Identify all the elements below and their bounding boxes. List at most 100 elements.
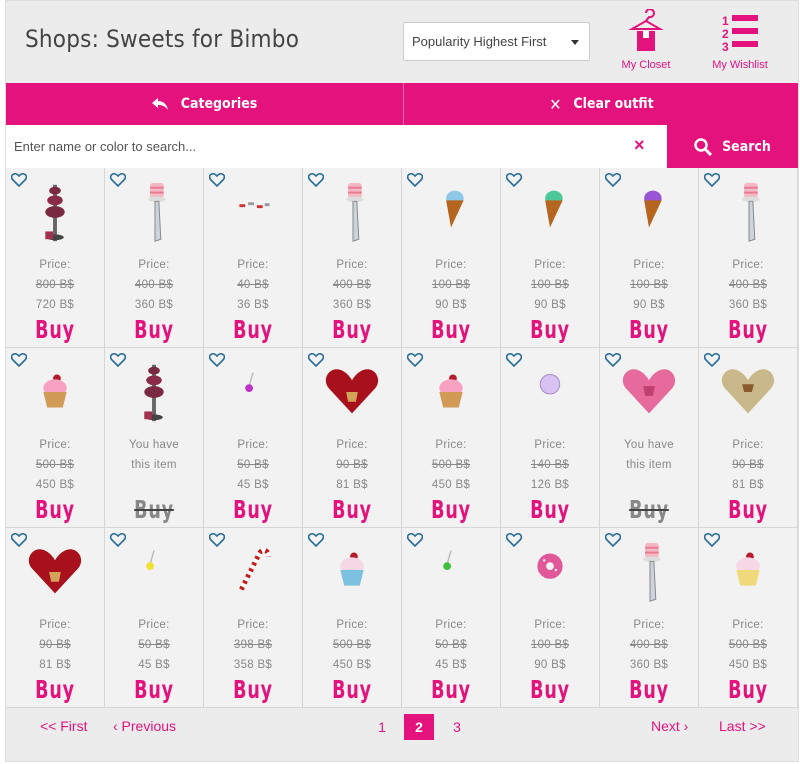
item-card[interactable]: Price: 400 B$ 360 B$ Buy: [699, 168, 798, 348]
buy-button[interactable]: Buy: [710, 315, 786, 344]
item-thumbnail[interactable]: [20, 356, 90, 428]
item-card[interactable]: Price: 100 B$ 90 B$ Buy: [501, 168, 600, 348]
item-card[interactable]: You have this item Buy: [600, 348, 699, 528]
item-card[interactable]: Price: 500 B$ 450 B$ Buy: [699, 528, 798, 708]
item-card[interactable]: Price: 50 B$ 45 B$ Buy: [204, 348, 303, 528]
clear-outfit-button[interactable]: ✕ Clear outfit: [403, 83, 799, 125]
original-price: 50 B$: [138, 639, 170, 651]
buy-button[interactable]: Buy: [17, 495, 93, 524]
buy-button[interactable]: Buy: [116, 675, 192, 704]
item-thumbnail[interactable]: [317, 176, 387, 248]
sale-price: 360 B$: [629, 659, 669, 671]
last-page-link[interactable]: Last >>: [719, 718, 766, 734]
item-card[interactable]: Price: 800 B$ 720 B$ Buy: [6, 168, 105, 348]
item-thumbnail[interactable]: [317, 536, 387, 608]
item-card[interactable]: Price: 500 B$ 450 B$ Buy: [303, 528, 402, 708]
item-thumbnail[interactable]: [614, 176, 684, 248]
item-card[interactable]: Price: 90 B$ 81 B$ Buy: [699, 348, 798, 528]
price-label: Price:: [732, 439, 764, 451]
item-thumbnail[interactable]: [515, 356, 585, 428]
item-thumbnail[interactable]: [119, 356, 189, 428]
buy-button[interactable]: Buy: [512, 495, 588, 524]
item-card[interactable]: Price: 100 B$ 90 B$ Buy: [402, 168, 501, 348]
item-card[interactable]: You have this item Buy: [105, 348, 204, 528]
item-thumbnail[interactable]: [416, 536, 486, 608]
buy-button[interactable]: Buy: [314, 675, 390, 704]
buy-button[interactable]: Buy: [17, 675, 93, 704]
item-thumbnail[interactable]: [515, 536, 585, 608]
sale-price: 720 B$: [35, 299, 75, 311]
item-thumbnail[interactable]: [218, 356, 288, 428]
buy-button[interactable]: Buy: [413, 315, 489, 344]
previous-page-link[interactable]: ‹ Previous: [113, 718, 176, 734]
item-card[interactable]: Price: 100 B$ 90 B$ Buy: [501, 528, 600, 708]
buy-button[interactable]: Buy: [116, 315, 192, 344]
buy-button[interactable]: Buy: [413, 675, 489, 704]
buy-button[interactable]: Buy: [17, 315, 93, 344]
item-card[interactable]: Price: 40 B$ 36 B$ Buy: [204, 168, 303, 348]
item-card[interactable]: Price: 500 B$ 450 B$ Buy: [6, 348, 105, 528]
categories-button[interactable]: Categories: [6, 83, 402, 125]
my-wishlist-link[interactable]: 1 2 3 My Wishlist: [700, 9, 780, 71]
original-price: 100 B$: [431, 279, 471, 291]
item-thumbnail[interactable]: [317, 356, 387, 428]
item-thumbnail[interactable]: [119, 176, 189, 248]
buy-button[interactable]: Buy: [215, 315, 291, 344]
my-closet-label: My Closet: [621, 59, 671, 71]
item-thumbnail[interactable]: [614, 536, 684, 608]
item-thumbnail[interactable]: [614, 356, 684, 428]
page-1-link[interactable]: 1: [367, 714, 397, 740]
item-card[interactable]: Price: 400 B$ 360 B$ Buy: [105, 168, 204, 348]
item-card[interactable]: Price: 400 B$ 360 B$ Buy: [303, 168, 402, 348]
page-3-link[interactable]: 3: [442, 714, 472, 740]
sort-select[interactable]: Popularity Highest First: [403, 22, 590, 61]
item-thumbnail[interactable]: [416, 356, 486, 428]
item-card[interactable]: Price: 90 B$ 81 B$ Buy: [6, 528, 105, 708]
item-card[interactable]: Price: 50 B$ 45 B$ Buy: [105, 528, 204, 708]
item-thumbnail[interactable]: [218, 536, 288, 608]
clear-search-icon[interactable]: ×: [634, 135, 645, 156]
item-card[interactable]: Price: 140 B$ 126 B$ Buy: [501, 348, 600, 528]
buy-button[interactable]: Buy: [710, 675, 786, 704]
item-thumbnail[interactable]: [713, 176, 783, 248]
item-card[interactable]: Price: 500 B$ 450 B$ Buy: [402, 348, 501, 528]
item-thumbnail[interactable]: [515, 176, 585, 248]
search-bar: × Search: [6, 125, 798, 168]
item-thumbnail[interactable]: [713, 356, 783, 428]
price-label: Price:: [237, 619, 269, 631]
original-price: 50 B$: [237, 459, 269, 471]
buy-button[interactable]: Buy: [215, 675, 291, 704]
sale-price: 90 B$: [633, 299, 665, 311]
item-thumbnail[interactable]: [416, 176, 486, 248]
search-input[interactable]: [6, 125, 666, 168]
owned-label: this item: [626, 459, 672, 471]
item-thumbnail[interactable]: [20, 536, 90, 608]
price-label: Price:: [39, 259, 71, 271]
buy-button[interactable]: Buy: [512, 315, 588, 344]
item-card[interactable]: Price: 400 B$ 360 B$ Buy: [600, 528, 699, 708]
buy-button[interactable]: Buy: [314, 495, 390, 524]
item-card[interactable]: Price: 100 B$ 90 B$ Buy: [600, 168, 699, 348]
price-label: Price:: [534, 259, 566, 271]
item-card[interactable]: Price: 90 B$ 81 B$ Buy: [303, 348, 402, 528]
item-thumbnail[interactable]: [119, 536, 189, 608]
buy-button[interactable]: Buy: [512, 675, 588, 704]
item-thumbnail[interactable]: [713, 536, 783, 608]
buy-button[interactable]: Buy: [611, 675, 687, 704]
buy-button[interactable]: Buy: [413, 495, 489, 524]
search-button[interactable]: Search: [667, 125, 798, 168]
buy-button[interactable]: Buy: [710, 495, 786, 524]
my-closet-link[interactable]: My Closet: [606, 9, 686, 71]
page-2-link[interactable]: 2: [404, 714, 434, 740]
sale-price: 45 B$: [237, 479, 269, 491]
search-icon: [694, 137, 713, 156]
item-thumbnail[interactable]: [218, 176, 288, 248]
buy-button[interactable]: Buy: [611, 315, 687, 344]
buy-button[interactable]: Buy: [215, 495, 291, 524]
item-card[interactable]: Price: 398 B$ 358 B$ Buy: [204, 528, 303, 708]
first-page-link[interactable]: << First: [40, 718, 87, 734]
next-page-link[interactable]: Next ›: [651, 718, 688, 734]
item-card[interactable]: Price: 50 B$ 45 B$ Buy: [402, 528, 501, 708]
item-thumbnail[interactable]: [20, 176, 90, 248]
buy-button[interactable]: Buy: [314, 315, 390, 344]
